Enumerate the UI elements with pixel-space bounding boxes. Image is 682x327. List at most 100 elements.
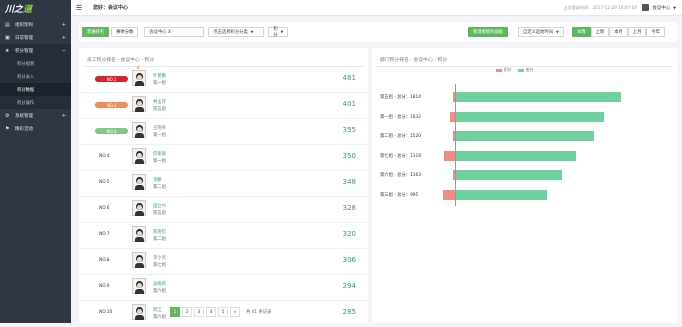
- next-page[interactable]: »: [230, 307, 240, 317]
- legend-swatch-deduct: [496, 68, 502, 72]
- score-type-select[interactable]: 积分 ▼: [268, 27, 289, 38]
- deduct-bar: [443, 189, 455, 200]
- logo: 川之道: [0, 0, 71, 16]
- sidebar-item-daily[interactable]: ▣ 日常管理 +: [0, 31, 71, 44]
- rank-label: NO.7: [99, 232, 110, 237]
- table-row: NO.6 田立兴第五组 328: [79, 197, 368, 223]
- sidebar-item-org[interactable]: ▤ 组织架构 +: [0, 18, 71, 31]
- org-icon: ▤: [5, 21, 10, 28]
- manager-panel-button[interactable]: 管理者绩效面板: [468, 27, 509, 37]
- pagination: 1 2 3 4 5 » 共 41 条记录: [170, 307, 271, 317]
- date-range-select[interactable]: 自定义起始时间 ▼: [518, 27, 564, 37]
- category-select[interactable]: 点击选择积分分类 ▼: [208, 27, 265, 37]
- staff-score: 461: [342, 74, 356, 82]
- range-last-week[interactable]: 上周: [590, 27, 610, 37]
- staff-name[interactable]: 吴晓莉: [153, 281, 166, 287]
- user-name: 会议中心: [652, 5, 671, 11]
- filter-bar: 普通排名 赛季分数 会议中心 X 点击选择积分分类 ▼ 积分 ▼ 管理者绩效面板 自…: [79, 22, 677, 42]
- rank-badge: NO.1: [95, 76, 128, 82]
- add-bar: [456, 189, 547, 200]
- staff-group: 第一组: [153, 133, 166, 138]
- menu-toggle-icon[interactable]: ☰: [76, 4, 88, 12]
- range-this-month[interactable]: 本月: [609, 27, 628, 37]
- sidebar-item-activities[interactable]: ⚑ 精彩活动: [0, 122, 71, 135]
- staff-name[interactable]: 涂鹏: [153, 177, 162, 183]
- add-bar: [456, 131, 595, 141]
- deduct-bar: [453, 170, 455, 180]
- staff-name[interactable]: 叶德鹏: [153, 73, 166, 79]
- table-row: NO.9 吴晓莉 第六组 294: [79, 275, 368, 301]
- legend-swatch-add: [517, 68, 524, 72]
- page-3[interactable]: 3: [194, 307, 204, 317]
- range-this-year[interactable]: 今年: [646, 27, 665, 37]
- sidebar-item-points[interactable]: ★ 积分管理 −: [0, 44, 71, 57]
- user-menu[interactable]: 会议中心 ▼: [642, 4, 676, 11]
- sidebar-item-label: 日常管理: [15, 35, 33, 41]
- staff-score: 328: [342, 204, 356, 212]
- deduct-bar: [444, 150, 455, 161]
- score-type-value: 积分: [273, 27, 278, 38]
- staff-group: 第二组: [153, 237, 166, 242]
- staff-group: 第七组: [153, 263, 166, 268]
- rank-label: NO.6: [99, 206, 110, 211]
- page-2[interactable]: 2: [182, 307, 192, 317]
- avatar: [132, 122, 146, 138]
- meeting-select[interactable]: 会议中心 X: [144, 27, 205, 37]
- avatar: [132, 174, 146, 190]
- staff-score: 350: [342, 152, 356, 160]
- staff-group: 第二组: [153, 185, 166, 190]
- sidebar-item-system[interactable]: ⚙ 系统管理 +: [0, 109, 71, 122]
- staff-name[interactable]: 田立兴: [153, 203, 166, 209]
- avatar: [132, 148, 146, 164]
- deduct-bar: [449, 111, 455, 122]
- avatar: [642, 4, 650, 11]
- staff-name[interactable]: 陈晓钦: [153, 229, 166, 235]
- avatar: [132, 304, 146, 320]
- star-icon: ★: [5, 47, 10, 54]
- staff-score: 294: [342, 282, 356, 290]
- legend-label-add: 加分: [525, 67, 534, 72]
- avatar: [132, 226, 146, 242]
- sidebar-item-label: 组织架构: [15, 22, 33, 28]
- range-this-week[interactable]: 本周: [572, 27, 591, 37]
- collapse-icon: −: [61, 47, 66, 54]
- category-label: 第七组 - 总分：1318: [380, 153, 421, 159]
- range-buttons: 本周 上周 本月 上月 今年: [572, 27, 665, 37]
- table-row: NO.8 李小杰 第七组 306: [79, 249, 368, 275]
- tab-ranking[interactable]: 普通排名: [82, 27, 110, 37]
- staff-name[interactable]: 周江: [153, 307, 162, 313]
- chart-legend: 扣分 加分: [496, 67, 533, 73]
- rank-badge: NO.2: [95, 102, 128, 108]
- chevron-down-icon: ▼: [280, 30, 284, 34]
- page-5[interactable]: 5: [218, 307, 228, 317]
- chevron-down-icon: ▼: [250, 30, 254, 34]
- chevron-down-icon: ▼: [673, 5, 676, 10]
- panel-title: 员工积分排名 - 会议中心 - 积分: [87, 58, 155, 63]
- rank-label: NO.10: [99, 310, 113, 315]
- sidebar-item-label: 精彩活动: [15, 126, 33, 132]
- page-4[interactable]: 4: [206, 307, 216, 317]
- category-label: 第二组 - 总分：1520: [380, 134, 421, 139]
- sidebar-subitem-entry[interactable]: 积分录入: [0, 70, 71, 83]
- sidebar-subitem-rules[interactable]: 积分规则: [0, 57, 71, 70]
- department-ranking-panel: 部门积分排名 - 会议中心 - 积分: [372, 48, 677, 323]
- staff-name[interactable]: 何家骏: [153, 151, 166, 157]
- staff-score: 401: [342, 100, 356, 108]
- staff-name[interactable]: 林玉玲: [153, 99, 166, 105]
- deduct-bar: [453, 92, 455, 102]
- range-last-month[interactable]: 上月: [627, 27, 647, 37]
- avatar: [132, 70, 146, 86]
- add-bar: [456, 92, 621, 102]
- avatar: [132, 278, 146, 294]
- tab-season-score[interactable]: 赛季分数: [111, 27, 139, 37]
- top-bar: ☰ 您好：会议中心 上次登录时间：2017-12-29 16:07:04 会议中…: [71, 0, 682, 16]
- expand-icon: +: [61, 34, 66, 41]
- total-records: 共 41 条记录: [246, 310, 272, 315]
- sidebar-subitem-ops[interactable]: 积分操作: [0, 96, 71, 109]
- staff-group: 第五组: [153, 211, 166, 216]
- staff-name[interactable]: 李小杰: [153, 255, 166, 261]
- staff-name[interactable]: 王晓英: [153, 125, 166, 131]
- staff-score: 320: [342, 230, 356, 238]
- page-1[interactable]: 1: [170, 307, 180, 317]
- sidebar-subitem-data[interactable]: 积分数据: [0, 83, 71, 96]
